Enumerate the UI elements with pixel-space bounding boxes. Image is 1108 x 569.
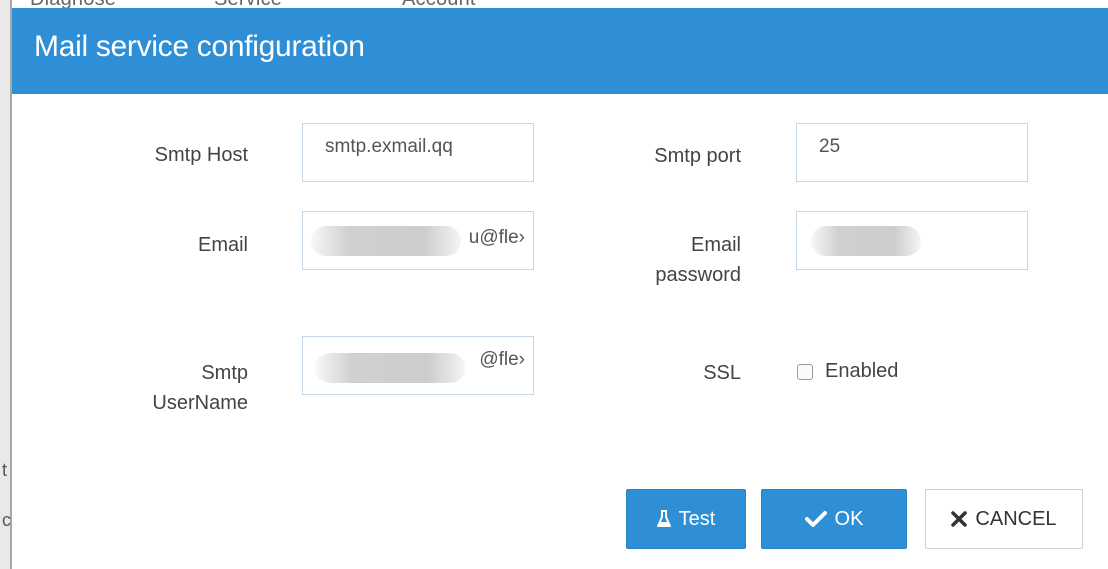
dialog-title: Mail service configuration bbox=[34, 30, 365, 63]
close-icon bbox=[951, 511, 968, 527]
ok-button[interactable]: OK bbox=[761, 489, 907, 549]
email-password-label-line2: password bbox=[655, 264, 741, 286]
flask-icon bbox=[656, 510, 671, 528]
background-left-edge bbox=[0, 0, 12, 569]
background-text-fragment: c bbox=[2, 510, 11, 530]
username-domain-text: @fle› bbox=[479, 349, 525, 370]
smtp-host-input[interactable]: smtp.exmail.qq bbox=[302, 123, 534, 182]
redacted-email-text bbox=[311, 226, 461, 256]
email-password-label: Email password bbox=[655, 230, 741, 290]
ssl-enabled-label[interactable]: Enabled bbox=[825, 360, 898, 383]
email-password-input[interactable] bbox=[796, 211, 1028, 270]
email-label: Email bbox=[197, 234, 248, 256]
background-text-fragment: t bbox=[2, 460, 8, 480]
redacted-username-text bbox=[315, 353, 465, 383]
smtp-username-label-line2: UserName bbox=[152, 392, 248, 414]
dialog-header: Mail service configuration bbox=[12, 8, 1108, 94]
ssl-label: SSL bbox=[703, 362, 741, 384]
email-input[interactable]: u@fle› bbox=[302, 211, 534, 270]
test-button[interactable]: Test bbox=[626, 489, 746, 549]
smtp-username-label-line1: Smtp bbox=[201, 362, 248, 384]
cancel-button[interactable]: CANCEL bbox=[925, 489, 1083, 549]
ssl-enabled-checkbox[interactable] bbox=[797, 364, 813, 380]
smtp-port-label: Smtp port bbox=[654, 145, 741, 167]
email-domain-text: u@fle› bbox=[468, 227, 525, 248]
smtp-port-input[interactable]: 25 bbox=[796, 123, 1028, 182]
smtp-username-label: Smtp UserName bbox=[152, 358, 248, 418]
smtp-username-input[interactable]: @fle› bbox=[302, 336, 534, 395]
ok-button-label: OK bbox=[834, 507, 864, 530]
check-icon bbox=[804, 510, 827, 528]
smtp-host-label: Smtp Host bbox=[154, 144, 248, 166]
mail-config-dialog: Mail service configuration Smtp Host smt… bbox=[12, 8, 1108, 569]
cancel-button-label: CANCEL bbox=[975, 507, 1057, 530]
test-button-label: Test bbox=[678, 507, 716, 530]
email-password-label-line1: Email bbox=[690, 234, 741, 256]
redacted-password-text bbox=[811, 226, 921, 256]
